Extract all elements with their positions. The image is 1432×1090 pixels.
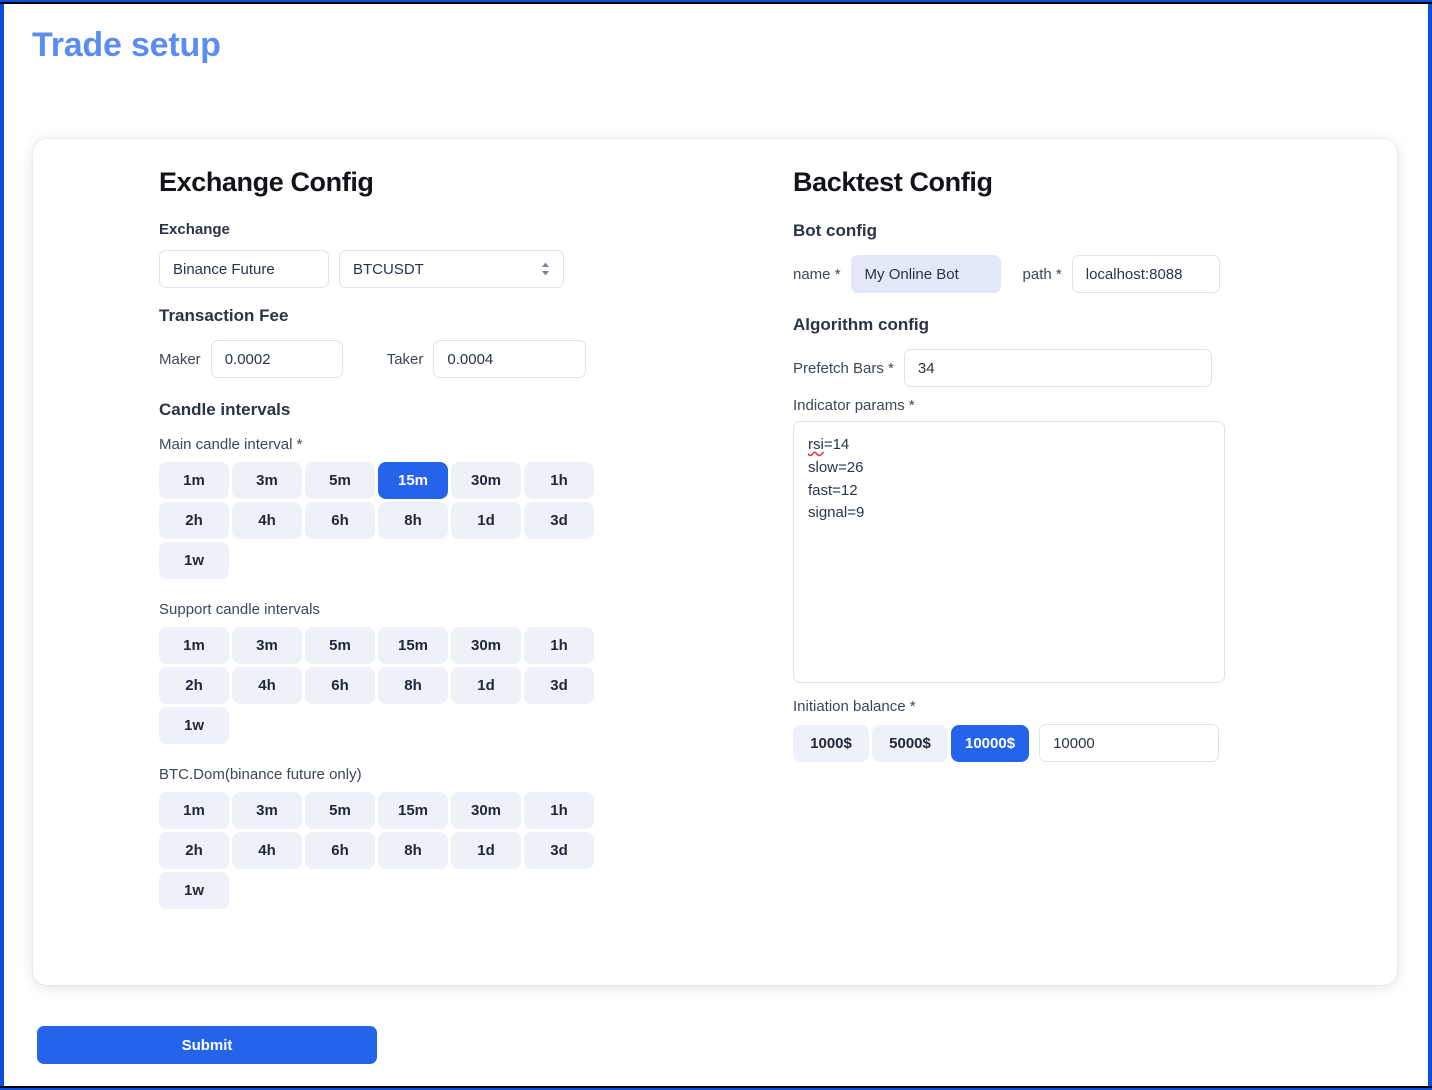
interval-chip-1d[interactable]: 1d (451, 667, 521, 704)
exchange-label: Exchange (159, 221, 715, 238)
balance-chip-10000[interactable]: 10000$ (951, 725, 1029, 762)
interval-chip-8h[interactable]: 8h (378, 667, 448, 704)
page-root: Trade setup Exchange Config Exchange BTC… (4, 4, 1428, 1086)
interval-chip-1h[interactable]: 1h (524, 792, 594, 829)
interval-chip-1h[interactable]: 1h (524, 462, 594, 499)
balance-chip-1000[interactable]: 1000$ (793, 725, 869, 762)
btcdom-interval-chips: 1m3m5m15m30m1h 2h4h6h8h1d3d 1w (159, 792, 715, 909)
algorithm-config-heading: Algorithm config (793, 315, 1397, 335)
btcdom-intervals-group: BTC.Dom(binance future only) 1m3m5m15m30… (159, 766, 715, 909)
interval-chip-3d[interactable]: 3d (524, 502, 594, 539)
symbol-select-wrap: BTCUSDT (339, 250, 564, 288)
config-card: Exchange Config Exchange BTCUSDT (33, 139, 1397, 985)
interval-chip-3d[interactable]: 3d (524, 832, 594, 869)
exchange-row: BTCUSDT (159, 250, 715, 288)
symbol-select[interactable]: BTCUSDT (339, 250, 564, 288)
transaction-fee-heading: Transaction Fee (159, 306, 715, 326)
interval-chip-30m[interactable]: 30m (451, 462, 521, 499)
browser-frame: Trade setup Exchange Config Exchange BTC… (0, 0, 1432, 1090)
interval-chip-2h[interactable]: 2h (159, 667, 229, 704)
interval-chip-3m[interactable]: 3m (232, 792, 302, 829)
indicator-param-line: rsi=14 (808, 434, 1210, 457)
main-candle-interval-group: Main candle interval * 1m3m5m15m30m1h 2h4… (159, 436, 715, 579)
balance-chip-5000[interactable]: 5000$ (872, 725, 948, 762)
balance-chip-list: 1000$5000$10000$ (793, 725, 1029, 762)
interval-chip-1m[interactable]: 1m (159, 792, 229, 829)
candle-intervals-heading: Candle intervals (159, 400, 715, 420)
interval-chip-1m[interactable]: 1m (159, 462, 229, 499)
interval-chip-30m[interactable]: 30m (451, 627, 521, 664)
taker-label: Taker (387, 351, 424, 368)
maker-fee-input[interactable] (211, 340, 343, 378)
interval-chip-30m[interactable]: 30m (451, 792, 521, 829)
interval-chip-8h[interactable]: 8h (378, 832, 448, 869)
bot-name-label: name * (793, 266, 841, 283)
interval-chip-1d[interactable]: 1d (451, 832, 521, 869)
interval-chip-1w[interactable]: 1w (159, 542, 229, 579)
exchange-name-input[interactable] (159, 250, 329, 288)
main-candle-interval-chips: 1m3m5m15m30m1h 2h4h6h8h1d3d 1w (159, 462, 715, 579)
backtest-config-heading: Backtest Config (793, 167, 1397, 198)
interval-chip-3d[interactable]: 3d (524, 667, 594, 704)
interval-chip-4h[interactable]: 4h (232, 667, 302, 704)
initiation-balance-row: 1000$5000$10000$ (793, 724, 1397, 762)
interval-chip-3m[interactable]: 3m (232, 627, 302, 664)
interval-chip-1h[interactable]: 1h (524, 627, 594, 664)
interval-chip-1w[interactable]: 1w (159, 707, 229, 744)
interval-chip-1w[interactable]: 1w (159, 872, 229, 909)
interval-chip-15m[interactable]: 15m (378, 627, 448, 664)
taker-fee-input[interactable] (433, 340, 586, 378)
interval-chip-6h[interactable]: 6h (305, 667, 375, 704)
main-candle-interval-label: Main candle interval * (159, 436, 715, 453)
interval-chip-15m[interactable]: 15m (378, 462, 448, 499)
exchange-config-column: Exchange Config Exchange BTCUSDT (33, 167, 715, 985)
prefetch-bars-input[interactable] (904, 349, 1212, 387)
maker-label: Maker (159, 351, 201, 368)
interval-chip-8h[interactable]: 8h (378, 502, 448, 539)
interval-chip-6h[interactable]: 6h (305, 832, 375, 869)
prefetch-bars-row: Prefetch Bars * (793, 349, 1397, 387)
interval-chip-2h[interactable]: 2h (159, 832, 229, 869)
indicator-param-line: signal=9 (808, 502, 1210, 525)
bot-path-input[interactable] (1072, 255, 1220, 293)
custom-balance-input[interactable] (1039, 724, 1219, 762)
interval-chip-5m[interactable]: 5m (305, 462, 375, 499)
interval-chip-1m[interactable]: 1m (159, 627, 229, 664)
submit-button[interactable]: Submit (37, 1026, 377, 1064)
btcdom-label: BTC.Dom(binance future only) (159, 766, 715, 783)
page-title: Trade setup (4, 4, 1428, 65)
exchange-config-heading: Exchange Config (159, 167, 715, 198)
interval-chip-5m[interactable]: 5m (305, 627, 375, 664)
support-candle-intervals-group: Support candle intervals 1m3m5m15m30m1h 2… (159, 601, 715, 744)
interval-chip-5m[interactable]: 5m (305, 792, 375, 829)
prefetch-bars-label: Prefetch Bars * (793, 360, 894, 377)
bot-config-row: name * path * (793, 255, 1397, 293)
interval-chip-6h[interactable]: 6h (305, 502, 375, 539)
interval-chip-15m[interactable]: 15m (378, 792, 448, 829)
initiation-balance-label: Initiation balance * (793, 698, 1397, 715)
indicator-params-label: Indicator params * (793, 397, 1397, 414)
fee-row: Maker Taker (159, 340, 715, 378)
bot-name-input[interactable] (851, 255, 1001, 293)
indicator-param-line: fast=12 (808, 480, 1210, 503)
interval-chip-3m[interactable]: 3m (232, 462, 302, 499)
bot-config-heading: Bot config (793, 221, 1397, 241)
bot-path-label: path * (1023, 266, 1062, 283)
interval-chip-1d[interactable]: 1d (451, 502, 521, 539)
interval-chip-4h[interactable]: 4h (232, 502, 302, 539)
backtest-config-column: Backtest Config Bot config name * path *… (715, 167, 1397, 985)
interval-chip-4h[interactable]: 4h (232, 832, 302, 869)
indicator-params-textarea[interactable]: rsi=14slow=26fast=12signal=9 (793, 421, 1225, 683)
indicator-param-line: slow=26 (808, 457, 1210, 480)
interval-chip-2h[interactable]: 2h (159, 502, 229, 539)
support-candle-interval-chips: 1m3m5m15m30m1h 2h4h6h8h1d3d 1w (159, 627, 715, 744)
support-candle-intervals-label: Support candle intervals (159, 601, 715, 618)
